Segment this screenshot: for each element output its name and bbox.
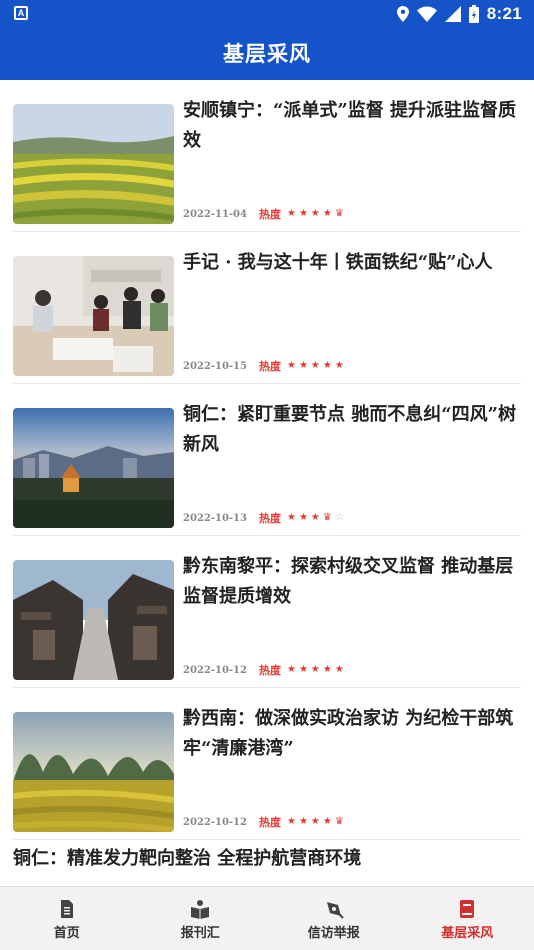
- article-thumbnail[interactable]: [13, 408, 174, 528]
- heat-rating: ★ ★ ★ ★ ♛: [287, 209, 344, 219]
- notebook-icon: [460, 900, 475, 918]
- heat-rating: ★ ★ ★ ♛ ☆: [287, 513, 344, 523]
- star-full-icon: ★: [322, 360, 332, 371]
- star-full-icon: ★: [310, 208, 320, 219]
- star-full-icon: ★: [334, 664, 344, 675]
- office-meeting-image: [13, 256, 174, 376]
- article-date: 2022-10-13: [183, 512, 247, 524]
- heat-rating: ★ ★ ★ ★ ♛: [287, 817, 344, 827]
- tab-grassroots[interactable]: 基层采风: [401, 887, 534, 950]
- heat-rating: ★ ★ ★ ★ ★: [287, 361, 344, 371]
- article-title[interactable]: 铜仁：精准发力靶向整治 全程护航营商环境: [13, 844, 521, 874]
- star-full-icon: ★: [298, 664, 308, 675]
- tab-journals[interactable]: 报刊汇: [134, 887, 268, 950]
- article-meta: 2022-10-15 热度 ★ ★ ★ ★ ★: [183, 358, 344, 374]
- article-meta: 2022-10-12 热度 ★ ★ ★ ★ ♛: [183, 814, 344, 830]
- article-thumbnail[interactable]: [13, 560, 174, 680]
- status-icons: 8:21: [396, 4, 522, 24]
- article-meta: 2022-11-04 热度 ★ ★ ★ ★ ♛: [183, 206, 344, 222]
- tab-home[interactable]: 首页: [0, 887, 134, 950]
- article-meta: 2022-10-13 热度 ★ ★ ★ ♛ ☆: [183, 510, 344, 526]
- heat-label: 热度: [258, 360, 281, 373]
- battery-icon: [468, 5, 479, 23]
- star-full-icon: ★: [298, 360, 308, 371]
- signal-icon: [444, 6, 461, 22]
- old-street-image: [13, 560, 174, 680]
- heat-label: 热度: [258, 664, 281, 677]
- article-card[interactable]: 黔西南：做深做实政治家访 为纪检干部筑牢“清廉港湾” 2022-10-12 热度…: [13, 688, 521, 840]
- terraced-fields-image: [13, 104, 174, 224]
- article-title[interactable]: 铜仁：紧盯重要节点 驰而不息纠“四风”树新风: [183, 400, 523, 460]
- star-full-icon: ★: [286, 512, 296, 523]
- heat-label: 热度: [258, 208, 281, 221]
- page-title: 基层采风: [223, 41, 311, 66]
- bottom-tab-bar: 首页 报刊汇 信访举报 基层采风: [0, 886, 534, 950]
- heat-rating: ★ ★ ★ ★ ★: [287, 665, 344, 675]
- star-empty-icon: ☆: [334, 512, 344, 523]
- star-full-icon: ★: [322, 208, 332, 219]
- wifi-icon: [416, 6, 437, 22]
- article-card[interactable]: 黔东南黎平：探索村级交叉监督 推动基层监督提质增效 2022-10-12 热度 …: [13, 536, 521, 688]
- tab-label: 信访举报: [307, 926, 360, 941]
- article-date: 2022-11-04: [183, 208, 247, 220]
- star-full-icon: ★: [286, 664, 296, 675]
- article-title[interactable]: 安顺镇宁：“派单式”监督 提升派驻监督质效: [183, 96, 523, 156]
- star-full-icon: ★: [334, 360, 344, 371]
- karst-landscape-image: [13, 712, 174, 832]
- star-full-icon: ★: [286, 360, 296, 371]
- pen-icon: [326, 902, 344, 919]
- article-date: 2022-10-12: [183, 664, 247, 676]
- app-bar: 基层采风: [0, 28, 534, 80]
- star-full-icon: ★: [298, 512, 308, 523]
- star-half-icon: ♛: [334, 208, 344, 219]
- star-full-icon: ★: [286, 816, 296, 827]
- star-half-icon: ♛: [322, 512, 332, 523]
- article-meta: 2022-10-12 热度 ★ ★ ★ ★ ★: [183, 662, 344, 678]
- location-icon: [396, 6, 409, 22]
- star-full-icon: ★: [310, 512, 320, 523]
- article-thumbnail[interactable]: [13, 712, 174, 832]
- star-full-icon: ★: [322, 664, 332, 675]
- article-list[interactable]: 安顺镇宁：“派单式”监督 提升派驻监督质效 2022-11-04 热度 ★ ★ ★ ★…: [0, 80, 534, 886]
- app-notification-icon: A: [14, 6, 28, 20]
- article-card[interactable]: 铜仁：紧盯重要节点 驰而不息纠“四风”树新风 2022-10-13 热度 ★ ★ ★…: [13, 384, 521, 536]
- city-dusk-image: [13, 408, 174, 528]
- article-title[interactable]: 黔东南黎平：探索村级交叉监督 推动基层监督提质增效: [183, 552, 523, 612]
- article-title[interactable]: 手记 · 我与这十年丨铁面铁纪“贴”心人: [183, 248, 523, 278]
- heat-label: 热度: [258, 816, 281, 829]
- star-half-icon: ♛: [334, 816, 344, 827]
- star-full-icon: ★: [322, 816, 332, 827]
- article-card[interactable]: 铜仁：精准发力靶向整治 全程护航营商环境: [13, 844, 521, 874]
- star-full-icon: ★: [286, 208, 296, 219]
- article-date: 2022-10-12: [183, 816, 247, 828]
- star-full-icon: ★: [310, 816, 320, 827]
- star-full-icon: ★: [310, 360, 320, 371]
- clock: 8:21: [486, 4, 522, 23]
- heat-label: 热度: [258, 512, 281, 525]
- book-icon: [191, 900, 210, 919]
- article-thumbnail[interactable]: [13, 104, 174, 224]
- article-title[interactable]: 黔西南：做深做实政治家访 为纪检干部筑牢“清廉港湾”: [183, 704, 523, 764]
- tab-label: 报刊汇: [180, 926, 220, 941]
- star-full-icon: ★: [298, 816, 308, 827]
- article-date: 2022-10-15: [183, 360, 247, 372]
- tab-petitions[interactable]: 信访举报: [267, 887, 401, 950]
- article-thumbnail[interactable]: [13, 256, 174, 376]
- status-bar: A 8:21: [0, 0, 534, 28]
- star-full-icon: ★: [298, 208, 308, 219]
- star-full-icon: ★: [310, 664, 320, 675]
- article-card[interactable]: 手记 · 我与这十年丨铁面铁纪“贴”心人 2022-10-15 热度 ★ ★ ★ ★ ★: [13, 232, 521, 384]
- document-icon: [60, 900, 73, 918]
- tab-label: 基层采风: [441, 926, 494, 941]
- article-card[interactable]: 安顺镇宁：“派单式”监督 提升派驻监督质效 2022-11-04 热度 ★ ★ ★ ★…: [13, 80, 521, 232]
- tab-label: 首页: [53, 926, 80, 941]
